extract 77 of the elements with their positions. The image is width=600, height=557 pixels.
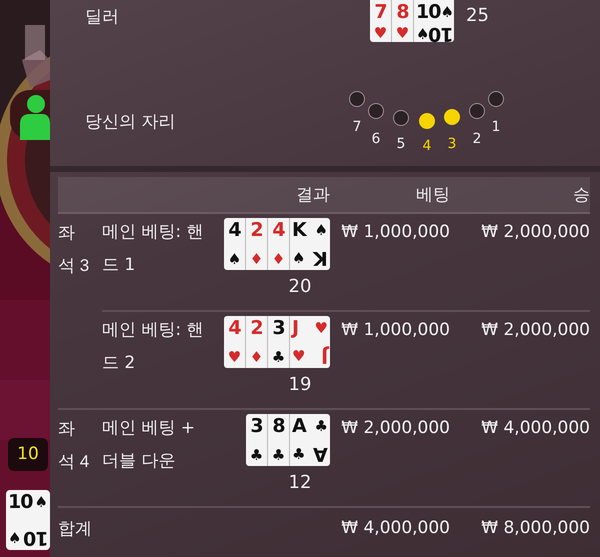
- hand-total: 20: [288, 276, 312, 297]
- seat-name: 좌석 3: [58, 222, 90, 277]
- card-suit: ♦: [250, 249, 264, 269]
- seat-number: 7: [352, 118, 362, 137]
- card-suit: ♠: [416, 24, 430, 44]
- card-suit: ♠: [314, 220, 328, 240]
- seat-marker[interactable]: [488, 91, 504, 107]
- card-suit: ♣: [272, 445, 286, 465]
- seat-number: 6: [370, 130, 382, 149]
- card-suit: ♥: [292, 346, 306, 366]
- card-suit: ♠: [440, 2, 454, 22]
- bet-type: 메인 베팅 + 더블 다운: [102, 417, 196, 473]
- card-suit: ♠: [34, 492, 48, 512]
- card-rank: A: [314, 443, 328, 465]
- seat-number: 5: [396, 135, 406, 154]
- card-rank: K: [292, 219, 306, 241]
- card-suit: ♥: [396, 23, 410, 43]
- card-suit: ♥: [314, 318, 328, 338]
- card-rank: 8: [272, 415, 285, 437]
- card-suit: ♠: [8, 528, 22, 548]
- dealer-total: 25: [466, 5, 489, 26]
- card-suit: ♣: [250, 445, 264, 465]
- win-amount: ₩ 2,000,000: [480, 221, 590, 244]
- bet-type: 메인 베팅: 핸드 1: [102, 221, 205, 277]
- seat-marker[interactable]: [393, 110, 409, 126]
- card-rank: 3: [272, 317, 285, 339]
- card-rank: 4: [228, 317, 241, 339]
- card-rank: 10: [416, 1, 440, 23]
- dealer-label: 딜러: [85, 6, 120, 28]
- seat-number: 4: [422, 137, 432, 156]
- seat-number: 1: [490, 118, 502, 137]
- column-header: 승: [572, 184, 590, 206]
- card-suit: ♣: [292, 444, 306, 464]
- seat-label: 당신의 자리: [85, 111, 176, 133]
- column-header: 결과: [295, 184, 330, 206]
- card-suit: ♠: [228, 249, 242, 269]
- card-suit: ♠: [292, 248, 306, 268]
- score-badge: 10: [8, 438, 48, 471]
- win-amount: ₩ 4,000,000: [480, 417, 590, 440]
- card-rank: A: [292, 415, 306, 437]
- seat-number: 3: [446, 135, 458, 154]
- card-rank: J: [292, 317, 298, 339]
- card-rank: K: [314, 247, 328, 269]
- card-suit: ♣: [272, 347, 286, 367]
- hand-total: 19: [288, 374, 312, 395]
- card-rank: 4: [228, 219, 241, 241]
- card-rank: 2: [250, 317, 263, 339]
- card-rank: 4: [272, 219, 285, 241]
- win-amount: ₩ 2,000,000: [480, 319, 590, 342]
- card-rank: 10: [8, 491, 32, 513]
- total-win: ₩ 8,000,000: [480, 518, 590, 538]
- card-rank: 8: [396, 1, 409, 23]
- card-rank: 2: [250, 219, 263, 241]
- bet-amount: ₩ 1,000,000: [340, 221, 450, 244]
- card-rank: 10: [24, 527, 48, 549]
- card-rank: 3: [250, 415, 263, 437]
- card-rank: 7: [374, 1, 387, 23]
- card-rank: J: [322, 345, 328, 367]
- seat-marker[interactable]: [368, 103, 384, 119]
- hand-total: 12: [288, 472, 312, 493]
- seat-number: 2: [472, 130, 482, 149]
- bet-amount: ₩ 2,000,000: [340, 417, 450, 440]
- bet-type: 메인 베팅: 핸드 2: [102, 319, 205, 375]
- card-suit: ♣: [314, 416, 328, 436]
- seat-marker[interactable]: [349, 91, 365, 107]
- seat-name: 좌석 4: [58, 418, 90, 473]
- seat-marker[interactable]: [469, 103, 485, 119]
- card-suit: ♥: [374, 23, 388, 43]
- card-suit: ♦: [272, 249, 286, 269]
- total-bet: ₩ 4,000,000: [340, 518, 450, 538]
- total-label: 합계: [58, 518, 93, 540]
- card-suit: ♥: [228, 347, 242, 367]
- card-rank: 10: [429, 23, 454, 45]
- column-header: 베팅: [415, 184, 450, 206]
- card-suit: ♦: [250, 347, 264, 367]
- player-icon: [10, 90, 50, 140]
- bet-amount: ₩ 1,000,000: [340, 319, 450, 342]
